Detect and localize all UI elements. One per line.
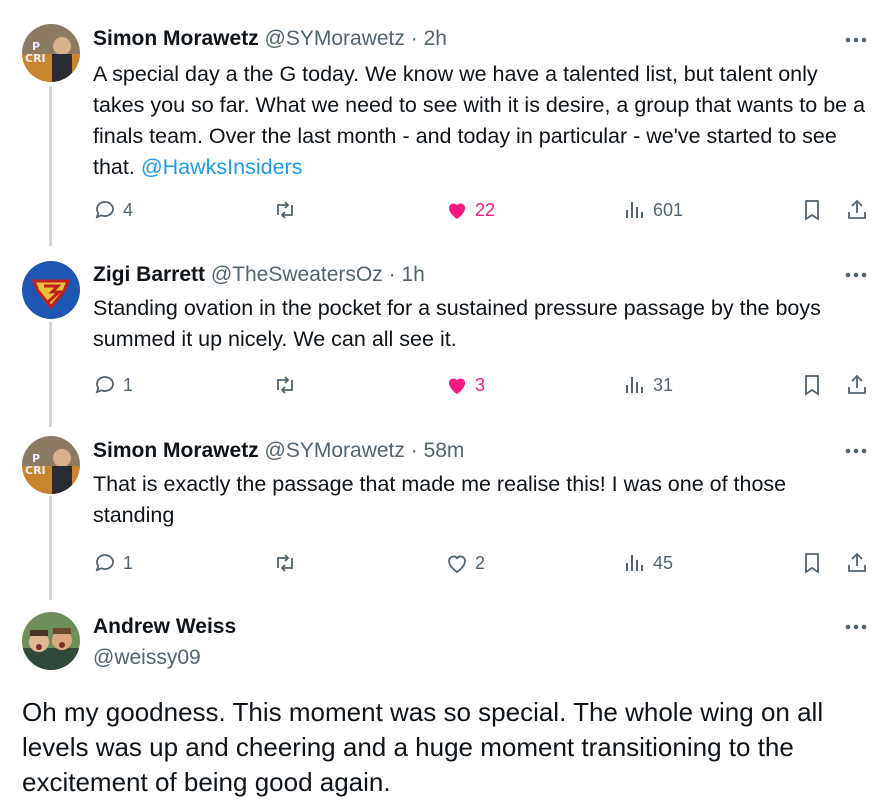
user-handle[interactable]: @SYMorawetz xyxy=(265,27,405,50)
tweet[interactable]: P CRI Simon Morawetz @SYMorawetz · 2h A … xyxy=(0,0,894,250)
action-bar: 1 3 31 xyxy=(93,369,872,401)
reply-count: 1 xyxy=(123,374,134,395)
timestamp[interactable]: 58m xyxy=(424,439,465,462)
action-bar: 1 2 45 xyxy=(93,547,872,579)
bookmark-icon xyxy=(805,553,819,574)
bookmark-button[interactable] xyxy=(800,194,824,226)
like-count: 22 xyxy=(475,199,496,220)
avatar[interactable]: P CRI xyxy=(22,24,80,82)
separator-dot: · xyxy=(388,263,396,286)
tweet[interactable]: P CRI Simon Morawetz @SYMorawetz · 58m T… xyxy=(0,426,894,602)
tweet-text: A special day a the G today. We know we … xyxy=(93,59,872,183)
avatar[interactable] xyxy=(22,261,80,319)
tweet-text: That is exactly the passage that made me… xyxy=(93,469,872,531)
separator-dot: · xyxy=(410,27,418,50)
views-button[interactable]: 45 xyxy=(623,547,673,579)
tweet-header: Zigi Barrett @TheSweatersOz · 1h xyxy=(93,261,425,289)
timestamp[interactable]: 2h xyxy=(424,27,447,50)
display-name[interactable]: Zigi Barrett xyxy=(93,263,205,286)
heart-icon xyxy=(449,203,465,219)
view-count: 601 xyxy=(653,199,684,220)
views-icon xyxy=(626,555,643,571)
retweet-button[interactable] xyxy=(273,194,297,226)
reply-icon xyxy=(95,554,114,572)
tweet-text-content: That is exactly the passage that made me… xyxy=(93,472,787,527)
avatar[interactable]: P CRI xyxy=(22,436,80,494)
svg-text:CRI: CRI xyxy=(25,464,46,477)
share-icon xyxy=(848,374,866,394)
display-name[interactable]: Simon Morawetz xyxy=(93,439,259,462)
share-icon xyxy=(848,552,866,572)
separator-dot: · xyxy=(410,439,418,462)
tweet-text-content: Standing ovation in the pocket for a sus… xyxy=(93,296,821,351)
share-button[interactable] xyxy=(845,369,869,401)
like-count: 3 xyxy=(475,374,486,395)
bookmark-icon xyxy=(805,375,819,396)
user-handle[interactable]: @weissy09 xyxy=(93,646,201,669)
heart-icon xyxy=(448,555,466,574)
reply-icon xyxy=(95,201,114,219)
bookmark-button[interactable] xyxy=(800,369,824,401)
action-bar: 4 22 601 xyxy=(93,194,872,226)
display-name[interactable]: Andrew Weiss xyxy=(93,615,236,638)
reply-button[interactable]: 4 xyxy=(93,194,133,226)
svg-text:CRI: CRI xyxy=(25,52,46,65)
user-handle[interactable]: @TheSweatersOz xyxy=(211,263,383,286)
like-count: 2 xyxy=(475,552,486,573)
tweet-text: Standing ovation in the pocket for a sus… xyxy=(93,293,872,355)
retweet-icon xyxy=(277,201,293,219)
bookmark-button[interactable] xyxy=(800,547,824,579)
tweet-header: Andrew Weiss xyxy=(93,613,236,641)
reply-count: 1 xyxy=(123,552,134,573)
timestamp[interactable]: 1h xyxy=(401,263,424,286)
reply-button[interactable]: 1 xyxy=(93,369,133,401)
like-button[interactable]: 3 xyxy=(445,369,485,401)
more-icon[interactable] xyxy=(842,261,870,289)
share-button[interactable] xyxy=(845,547,869,579)
like-button[interactable]: 2 xyxy=(445,547,485,579)
more-icon[interactable] xyxy=(842,437,870,465)
reply-count: 4 xyxy=(123,199,134,220)
retweet-button[interactable] xyxy=(273,369,297,401)
handle-line: @weissy09 xyxy=(93,644,201,672)
retweet-button[interactable] xyxy=(273,547,297,579)
main-tweet[interactable]: Andrew Weiss @weissy09 Oh my goodness. T… xyxy=(0,602,894,808)
user-handle[interactable]: @SYMorawetz xyxy=(265,439,405,462)
mention-link[interactable]: @HawksInsiders xyxy=(141,155,303,179)
more-icon[interactable] xyxy=(842,613,870,641)
like-button[interactable]: 22 xyxy=(445,194,495,226)
reply-button[interactable]: 1 xyxy=(93,547,133,579)
views-button[interactable]: 601 xyxy=(623,194,683,226)
retweet-icon xyxy=(277,376,293,394)
avatar[interactable] xyxy=(22,612,80,670)
heart-icon xyxy=(449,378,465,394)
tweet-header: Simon Morawetz @SYMorawetz · 58m xyxy=(93,437,464,465)
tweet[interactable]: Zigi Barrett @TheSweatersOz · 1h Standin… xyxy=(0,250,894,426)
main-tweet-text: Oh my goodness. This moment was so speci… xyxy=(22,697,824,797)
more-icon[interactable] xyxy=(842,26,870,54)
display-name[interactable]: Simon Morawetz xyxy=(93,27,259,50)
view-count: 31 xyxy=(653,374,674,395)
view-count: 45 xyxy=(653,552,674,573)
views-icon xyxy=(626,377,643,393)
tweet-header: Simon Morawetz @SYMorawetz · 2h xyxy=(93,25,447,53)
reply-icon xyxy=(95,376,114,394)
bookmark-icon xyxy=(805,200,819,221)
share-button[interactable] xyxy=(845,194,869,226)
views-button[interactable]: 31 xyxy=(623,369,673,401)
retweet-icon xyxy=(277,554,293,572)
share-icon xyxy=(848,199,866,219)
views-icon xyxy=(626,202,643,218)
